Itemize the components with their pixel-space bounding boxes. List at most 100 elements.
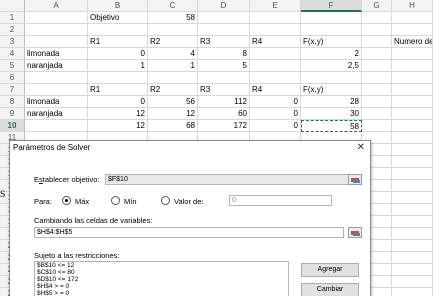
constraint-item[interactable]: $B$10 <= 12 (35, 262, 288, 269)
cell-b1[interactable]: Objetivo (88, 12, 148, 24)
cell-d9[interactable]: 60 (198, 108, 250, 120)
cell-h11[interactable] (392, 132, 433, 144)
cell-f9[interactable]: 30 (301, 108, 362, 120)
cell-c3[interactable]: R2 (148, 36, 198, 48)
value-of-radio[interactable] (161, 196, 170, 205)
row-header-7[interactable]: 7 (0, 84, 25, 96)
cell-e7[interactable]: R4 (250, 84, 301, 96)
cell-d2[interactable] (198, 24, 250, 36)
cell-g5[interactable] (362, 60, 392, 72)
cell-c6[interactable] (148, 72, 198, 84)
cell-d5[interactable]: 5 (198, 60, 250, 72)
cell-g9[interactable] (362, 108, 392, 120)
column-header-g[interactable]: G (362, 0, 392, 12)
cell-h3[interactable]: Numero de (392, 36, 433, 48)
cell-h19[interactable] (392, 228, 433, 240)
cell-h22[interactable] (392, 264, 433, 276)
cell-h23[interactable] (392, 276, 433, 288)
cell-e6[interactable] (250, 72, 301, 84)
cell-h10[interactable] (392, 120, 433, 132)
row-header-8[interactable]: 8 (0, 96, 25, 108)
min-radio[interactable] (111, 196, 120, 205)
cell-d10[interactable]: 172 (198, 120, 250, 132)
cell-a8[interactable]: limonada (25, 96, 88, 108)
cell-b7[interactable]: R1 (88, 84, 148, 96)
cell-b4[interactable]: 0 (88, 48, 148, 60)
cell-c5[interactable]: 1 (148, 60, 198, 72)
cell-f6[interactable] (301, 72, 362, 84)
cell-e10[interactable]: 0 (250, 120, 301, 132)
cell-b2[interactable] (88, 24, 148, 36)
cell-h12[interactable] (392, 144, 433, 156)
row-header-5[interactable]: 5 (0, 60, 25, 72)
cell-e3[interactable]: R4 (250, 36, 301, 48)
cell-b9[interactable]: 12 (88, 108, 148, 120)
cell-h24[interactable] (392, 288, 433, 296)
column-header-c[interactable]: C (148, 0, 198, 12)
cell-h20[interactable] (392, 240, 433, 252)
cell-e8[interactable]: 0 (250, 96, 301, 108)
cell-h13[interactable] (392, 156, 433, 168)
cell-g7[interactable] (362, 84, 392, 96)
dialog-titlebar[interactable]: Parámetros de Solver ✕ (10, 141, 370, 155)
column-header-e[interactable]: E (250, 0, 301, 12)
cell-d6[interactable] (198, 72, 250, 84)
column-header-f[interactable]: F (301, 0, 362, 12)
cell-a3[interactable] (25, 36, 88, 48)
cell-h8[interactable] (392, 96, 433, 108)
cell-c10[interactable]: 68 (148, 120, 198, 132)
cell-a5[interactable]: naranjada (25, 60, 88, 72)
cell-g1[interactable] (362, 12, 392, 24)
cell-a9[interactable]: naranjada (25, 108, 88, 120)
cell-a4[interactable]: limonada (25, 48, 88, 60)
column-header-a[interactable]: A (25, 0, 88, 12)
cell-h16[interactable] (392, 192, 433, 204)
cell-h6[interactable] (392, 72, 433, 84)
cell-e2[interactable] (250, 24, 301, 36)
cell-h14[interactable] (392, 168, 433, 180)
cell-h2[interactable] (392, 24, 433, 36)
add-button[interactable]: Agregar (301, 263, 359, 277)
column-header-b[interactable]: B (88, 0, 148, 12)
cell-h18[interactable] (392, 216, 433, 228)
cell-b3[interactable]: R1 (88, 36, 148, 48)
cell-d3[interactable]: R3 (198, 36, 250, 48)
cell-a7[interactable] (25, 84, 88, 96)
row-header-4[interactable]: 4 (0, 48, 25, 60)
constraint-item[interactable]: $H$5 > = 0 (35, 290, 288, 296)
cell-h5[interactable] (392, 60, 433, 72)
cell-e4[interactable] (250, 48, 301, 60)
cell-a2[interactable] (25, 24, 88, 36)
cell-h15[interactable] (392, 180, 433, 192)
cell-d8[interactable]: 112 (198, 96, 250, 108)
objective-input[interactable]: $F$10 (105, 174, 355, 185)
cell-a6[interactable] (25, 72, 88, 84)
cell-a1[interactable] (25, 12, 88, 24)
cell-g6[interactable] (362, 72, 392, 84)
cell-a10[interactable] (25, 120, 88, 132)
range-picker-icon[interactable] (348, 174, 362, 185)
close-icon[interactable]: ✕ (357, 142, 365, 153)
row-header-10[interactable]: 10 (0, 120, 25, 132)
cell-c7[interactable]: R2 (148, 84, 198, 96)
cell-e1[interactable] (250, 12, 301, 24)
changing-cells-input[interactable]: $H$4:$H$5 (34, 227, 344, 238)
row-header-9[interactable]: 9 (0, 108, 25, 120)
cell-d4[interactable]: 8 (198, 48, 250, 60)
cell-c4[interactable]: 4 (148, 48, 198, 60)
cell-f5[interactable]: 2,5 (301, 60, 362, 72)
max-radio[interactable] (62, 196, 71, 205)
cell-h7[interactable] (392, 84, 433, 96)
cell-g8[interactable] (362, 96, 392, 108)
cell-d7[interactable]: R3 (198, 84, 250, 96)
constraint-item[interactable]: $H$4 > = 0 (35, 283, 288, 290)
row-header-3[interactable]: 3 (0, 36, 25, 48)
cell-c1[interactable]: 58 (148, 12, 198, 24)
cell-f1[interactable] (301, 12, 362, 24)
cell-b10[interactable]: 12 (88, 120, 148, 132)
cell-f3[interactable]: F(x,y) (301, 36, 362, 48)
cell-h4[interactable] (392, 48, 433, 60)
cell-h9[interactable] (392, 108, 433, 120)
cell-d1[interactable] (198, 12, 250, 24)
select-all-corner[interactable] (0, 0, 25, 12)
